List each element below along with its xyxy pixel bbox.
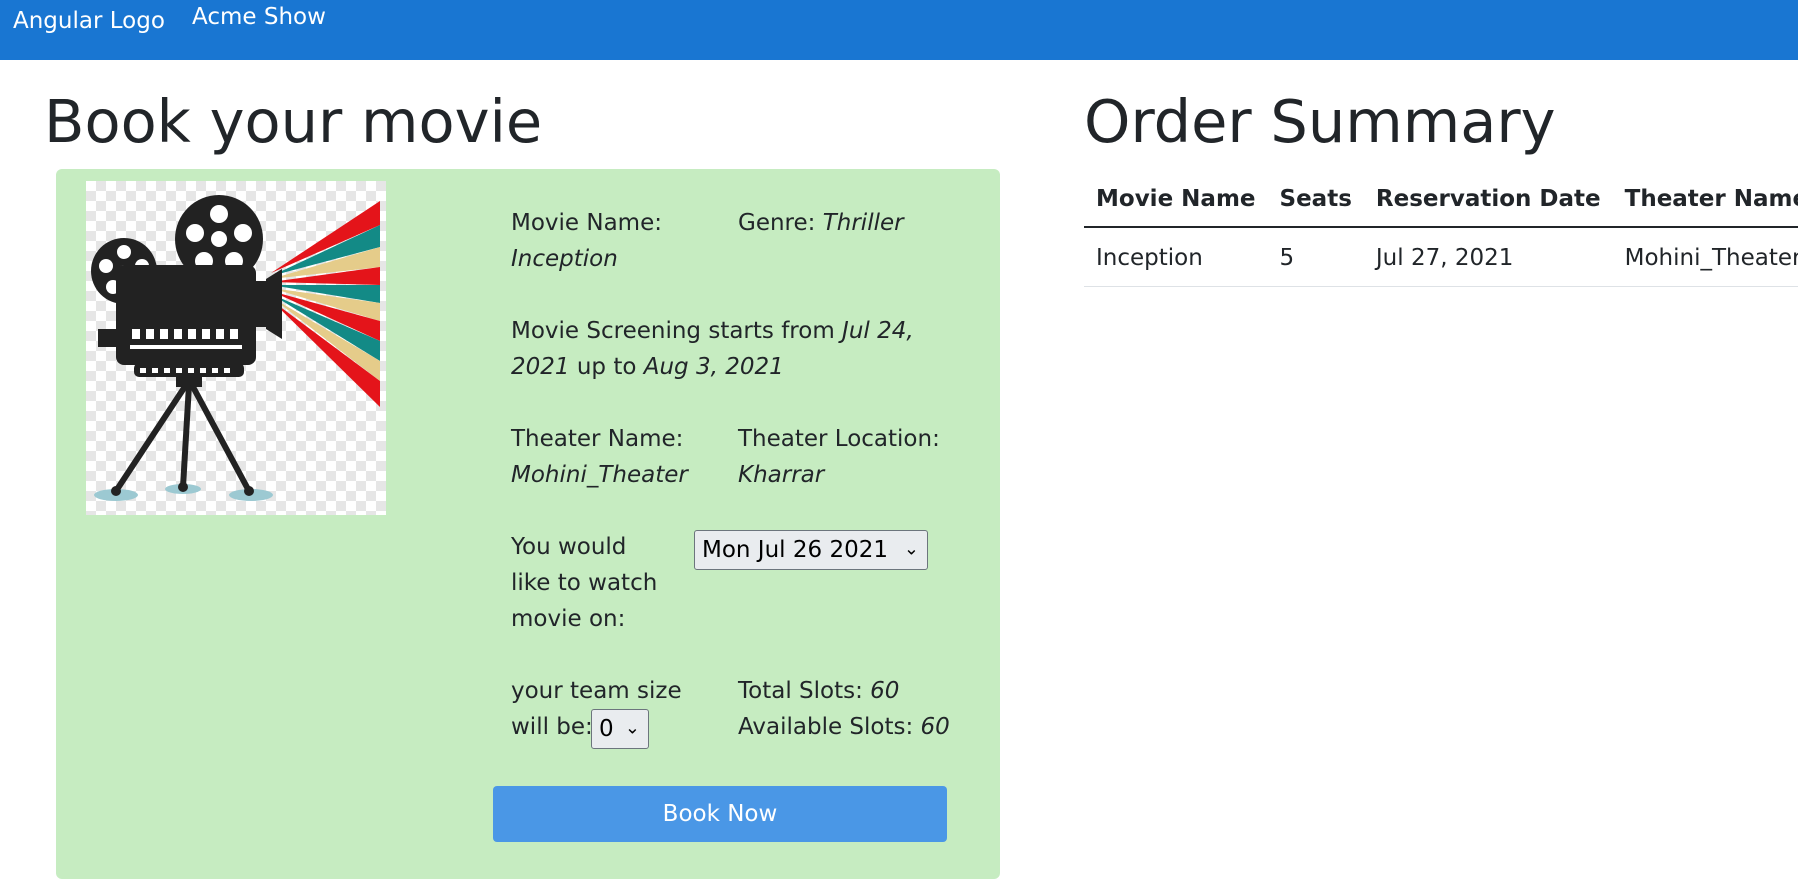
header-reservation-date: Reservation Date [1363,178,1613,228]
theater-location-value: Kharrar [738,462,825,488]
slots-info: Total Slots: 60 Available Slots: 60 [738,673,978,745]
team-size-value: 0 [599,716,614,742]
theater-name-label: Theater Name: [511,426,684,452]
header-theater-name: Theater Name [1612,178,1798,228]
watch-date-label: You would like to watch movie on: [511,534,658,632]
available-slots-label: Available Slots: [738,714,914,740]
theater-location-label: Theater Location: [738,426,940,452]
order-summary-title: Order Summary [1084,87,1556,156]
angular-logo[interactable]: Angular Logo [13,8,165,34]
total-slots-label: Total Slots: [738,678,863,704]
cell-reservation-date: Jul 27, 2021 [1363,227,1613,287]
screening-end-date: Aug 3, 2021 [643,354,784,380]
genre-value: Thriller [822,210,904,236]
screening-dates: Movie Screening starts from Jul 24, 2021… [511,313,931,385]
theater-name-field: Theater Name: Mohini_Theater [511,421,731,493]
genre-field: Genre: Thriller [738,205,968,241]
movie-name-value: Inception [511,246,618,272]
cell-movie-name: Inception [1084,227,1268,287]
theater-location-field: Theater Location: Kharrar [738,421,968,493]
screening-mid: up to [576,354,637,380]
page-title: Book your movie [44,87,543,156]
cell-seats: 5 [1267,227,1364,287]
team-size-select[interactable]: 0 ⌄ [591,709,649,749]
table-row: Inception 5 Jul 27, 2021 Mohini_Theater [1084,227,1798,287]
available-slots-value: 60 [920,714,950,740]
header-seats: Seats [1267,178,1364,228]
date-select[interactable]: Mon Jul 26 2021 ⌄ [694,530,928,570]
chevron-down-icon: ⌄ [624,717,640,739]
theater-name-value: Mohini_Theater [511,462,688,488]
top-navbar: Angular Logo Acme Show [0,0,1798,60]
genre-label: Genre: [738,210,816,236]
movie-projector-icon [86,181,386,515]
book-now-button[interactable]: Book Now [493,786,947,842]
cell-theater-name: Mohini_Theater [1612,227,1798,287]
order-summary-table: Movie Name Seats Reservation Date Theate… [1084,178,1798,287]
total-slots-value: 60 [870,678,900,704]
brand-link[interactable]: Acme Show [192,4,326,30]
chevron-down-icon: ⌄ [903,538,919,560]
date-select-value: Mon Jul 26 2021 [702,537,888,563]
movie-name-field: Movie Name: Inception [511,205,721,277]
screening-prefix: Movie Screening starts from [511,318,835,344]
movie-name-label: Movie Name: [511,210,662,236]
table-header-row: Movie Name Seats Reservation Date Theate… [1084,178,1798,228]
booking-card: Movie Name: Inception Genre: Thriller Mo… [56,169,1000,879]
header-movie-name: Movie Name [1084,178,1268,228]
